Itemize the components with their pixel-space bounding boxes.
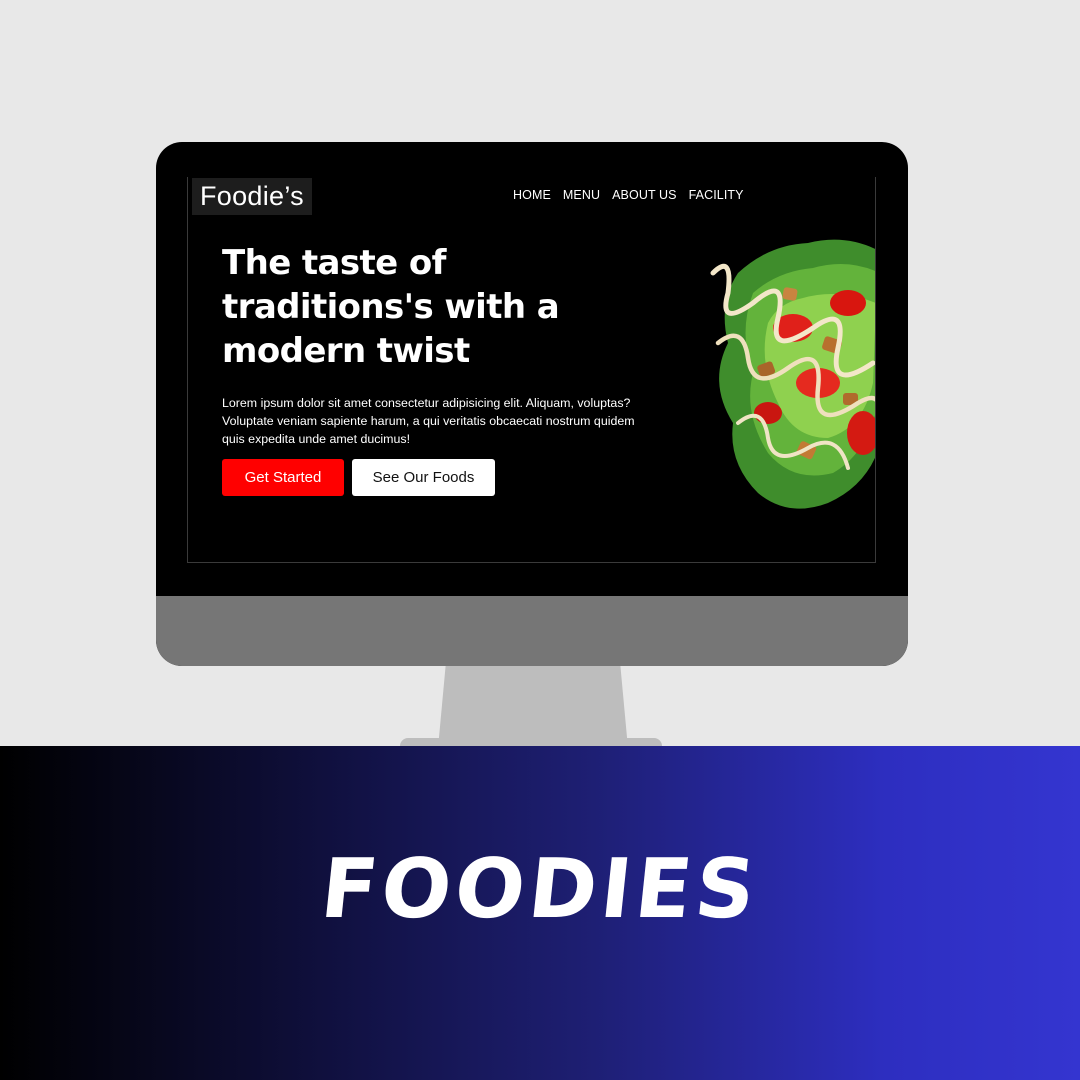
- get-started-button[interactable]: Get Started: [222, 459, 344, 496]
- nav-home[interactable]: HOME: [513, 188, 551, 202]
- nav-menu[interactable]: MENU: [563, 188, 600, 202]
- monitor: Foodie’s HOME MENU ABOUT US FACILITY The…: [156, 142, 908, 666]
- banner: FOODIES: [0, 746, 1080, 1080]
- nav-facility[interactable]: FACILITY: [689, 188, 744, 202]
- nav-about-us[interactable]: ABOUT US: [612, 188, 676, 202]
- monitor-chin: [156, 596, 908, 666]
- brand-logo[interactable]: Foodie’s: [192, 178, 312, 215]
- hero-headline: The taste of traditions's with a modern …: [222, 243, 560, 371]
- banner-title: FOODIES: [316, 842, 764, 937]
- website-screen: Foodie’s HOME MENU ABOUT US FACILITY The…: [187, 177, 876, 563]
- see-our-foods-button[interactable]: See Our Foods: [352, 459, 495, 496]
- monitor-stand: [438, 666, 628, 748]
- salad-image: [710, 239, 875, 509]
- main-nav: HOME MENU ABOUT US FACILITY: [513, 188, 744, 202]
- hero-description: Lorem ipsum dolor sit amet consectetur a…: [222, 396, 635, 446]
